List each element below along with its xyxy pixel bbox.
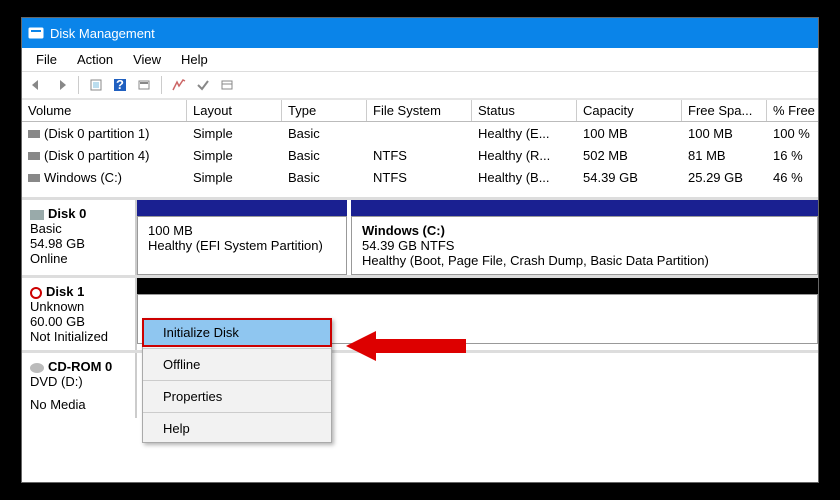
- forward-icon[interactable]: [50, 75, 72, 95]
- disk-name: CD-ROM 0: [48, 359, 112, 374]
- svg-text:?: ?: [116, 78, 124, 92]
- settings-icon[interactable]: [133, 75, 155, 95]
- partition-stripe: [351, 200, 818, 216]
- titlebar[interactable]: Disk Management: [22, 18, 818, 48]
- disk-label-panel[interactable]: CD-ROM 0 DVD (D:) No Media: [22, 353, 137, 418]
- separator: [78, 76, 79, 94]
- partition-size: 54.39 GB NTFS: [362, 238, 807, 253]
- col-freespace[interactable]: Free Spa...: [682, 100, 767, 121]
- menu-divider: [143, 380, 331, 381]
- splitter[interactable]: [22, 188, 818, 200]
- disk-type: Unknown: [30, 299, 127, 314]
- disk-size: 60.00 GB: [30, 314, 127, 329]
- table-row[interactable]: (Disk 0 partition 4)SimpleBasicNTFSHealt…: [22, 144, 818, 166]
- disk-name: Disk 1: [46, 284, 84, 299]
- partition-size: 100 MB: [148, 223, 336, 238]
- help-icon[interactable]: ?: [109, 75, 131, 95]
- table-header: Volume Layout Type File System Status Ca…: [22, 100, 818, 122]
- warning-icon: [30, 287, 42, 299]
- col-fs[interactable]: File System: [367, 100, 472, 121]
- partition-desc: Healthy (Boot, Page File, Crash Dump, Ba…: [362, 253, 807, 268]
- partition-stripe-unallocated: [137, 278, 818, 294]
- disk-state: Online: [30, 251, 127, 266]
- col-status[interactable]: Status: [472, 100, 577, 121]
- col-type[interactable]: Type: [282, 100, 367, 121]
- disk-type: DVD (D:): [30, 374, 127, 389]
- menu-offline[interactable]: Offline: [143, 351, 331, 378]
- list-icon[interactable]: [216, 75, 238, 95]
- disk-label-panel[interactable]: Disk 1 Unknown 60.00 GB Not Initialized: [22, 278, 137, 350]
- menu-view[interactable]: View: [123, 50, 171, 69]
- menu-help[interactable]: Help: [171, 50, 218, 69]
- disk-type: Basic: [30, 221, 127, 236]
- disk-label-panel[interactable]: Disk 0 Basic 54.98 GB Online: [22, 200, 137, 275]
- refresh-icon[interactable]: [85, 75, 107, 95]
- app-icon: [28, 25, 44, 41]
- col-pctfree[interactable]: % Free: [767, 100, 819, 121]
- context-menu: Initialize Disk Offline Properties Help: [142, 318, 332, 443]
- action-icon[interactable]: [168, 75, 190, 95]
- volume-list: (Disk 0 partition 1)SimpleBasicHealthy (…: [22, 122, 818, 188]
- menu-divider: [143, 348, 331, 349]
- toolbar: ?: [22, 72, 818, 100]
- menu-properties[interactable]: Properties: [143, 383, 331, 410]
- table-row[interactable]: (Disk 0 partition 1)SimpleBasicHealthy (…: [22, 122, 818, 144]
- disk-icon: [30, 210, 44, 220]
- menu-file[interactable]: File: [26, 50, 67, 69]
- disk-state: Not Initialized: [30, 329, 127, 344]
- disk-row: Disk 0 Basic 54.98 GB Online 100 MB Heal…: [22, 200, 818, 278]
- disk-size: 54.98 GB: [30, 236, 127, 251]
- window-title: Disk Management: [50, 26, 155, 41]
- partition-stripe: [137, 200, 347, 216]
- disk-name: Disk 0: [48, 206, 86, 221]
- partition-desc: Healthy (EFI System Partition): [148, 238, 336, 253]
- annotation-arrow-icon: [346, 331, 466, 361]
- back-icon[interactable]: [26, 75, 48, 95]
- menu-divider: [143, 412, 331, 413]
- col-layout[interactable]: Layout: [187, 100, 282, 121]
- menubar: File Action View Help: [22, 48, 818, 72]
- disk-state: No Media: [30, 397, 127, 412]
- partition-box[interactable]: Windows (C:) 54.39 GB NTFS Healthy (Boot…: [351, 216, 818, 275]
- partition-name: Windows (C:): [362, 223, 445, 238]
- col-volume[interactable]: Volume: [22, 100, 187, 121]
- menu-action[interactable]: Action: [67, 50, 123, 69]
- check-icon[interactable]: [192, 75, 214, 95]
- window: Disk Management File Action View Help ? …: [21, 17, 819, 483]
- col-capacity[interactable]: Capacity: [577, 100, 682, 121]
- cdrom-icon: [30, 363, 44, 373]
- separator: [161, 76, 162, 94]
- partition-box[interactable]: 100 MB Healthy (EFI System Partition): [137, 216, 347, 275]
- menu-initialize-disk[interactable]: Initialize Disk: [143, 319, 331, 346]
- menu-help[interactable]: Help: [143, 415, 331, 442]
- table-row[interactable]: Windows (C:)SimpleBasicNTFSHealthy (B...…: [22, 166, 818, 188]
